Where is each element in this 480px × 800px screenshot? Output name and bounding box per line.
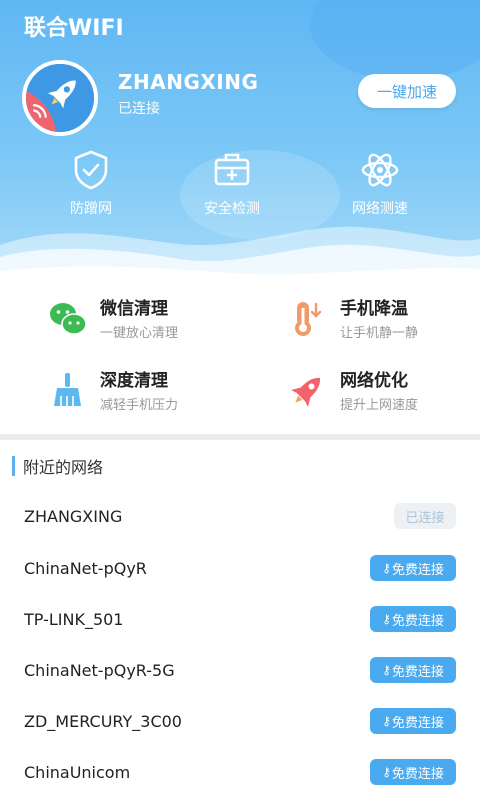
network-name: ZD_MERCURY_3C00	[24, 712, 182, 731]
section-accent-bar	[12, 456, 15, 476]
tools-grid: 微信清理 一键放心清理 手机降温 让手机静一静 深度清理 减轻手机压力 网络优化…	[0, 285, 480, 435]
quick-action-label: 防蹭网	[70, 201, 112, 217]
nearby-networks-header: 附近的网络	[12, 456, 104, 477]
tool-deep-clean[interactable]: 深度清理 减轻手机压力	[48, 362, 268, 418]
free-connect-button[interactable]: ⚷ 免费连接	[370, 708, 456, 734]
tool-title: 网络优化	[340, 371, 408, 391]
tool-title: 微信清理	[100, 299, 168, 319]
free-connect-label: 免费连接	[391, 664, 444, 680]
network-row[interactable]: TP-LINK_501 ⚷ 免费连接	[0, 606, 480, 636]
tool-subtitle: 让手机静一静	[340, 326, 419, 341]
app-title: 联合WIFI	[24, 16, 124, 41]
quick-action-security-check[interactable]: 安全检测	[172, 148, 292, 218]
network-row[interactable]: ZD_MERCURY_3C00 ⚷ 免费连接	[0, 708, 480, 738]
key-icon: ⚷	[382, 714, 391, 728]
tool-network-optimize[interactable]: 网络优化 提升上网速度	[288, 362, 480, 418]
quick-action-label: 安全检测	[204, 201, 260, 217]
tool-cool-down[interactable]: 手机降温 让手机静一静	[288, 290, 480, 346]
quick-action-speed-test[interactable]: 网络测速	[320, 148, 440, 218]
tool-title: 手机降温	[340, 299, 408, 319]
key-icon: ⚷	[382, 561, 391, 575]
shield-check-icon	[74, 150, 108, 190]
free-connect-button[interactable]: ⚷ 免费连接	[370, 657, 456, 683]
quick-action-label: 网络测速	[352, 201, 408, 217]
connection-status: 已连接	[118, 101, 160, 117]
network-name: ChinaNet-pQyR-5G	[24, 661, 175, 680]
key-icon: ⚷	[382, 612, 391, 626]
atom-icon	[361, 153, 399, 187]
wechat-icon	[50, 303, 87, 335]
key-icon: ⚷	[382, 765, 391, 779]
network-row[interactable]: ChinaUnicom ⚷ 免费连接	[0, 759, 480, 789]
tool-wechat-clean[interactable]: 微信清理 一键放心清理	[48, 290, 268, 346]
rocket-icon	[22, 60, 98, 136]
decorative-circle	[310, 0, 480, 80]
thermometer-icon	[295, 302, 322, 336]
free-connect-label: 免费连接	[391, 562, 444, 578]
free-connect-button[interactable]: ⚷ 免费连接	[370, 606, 456, 632]
network-name: TP-LINK_501	[24, 610, 124, 629]
network-name: ChinaNet-pQyR	[24, 559, 147, 578]
tool-subtitle: 提升上网速度	[340, 398, 419, 413]
tool-subtitle: 减轻手机压力	[100, 398, 179, 413]
network-name: ZHANGXING	[24, 507, 123, 526]
connected-network-name: ZHANGXING	[118, 70, 259, 94]
quick-action-anti-leech[interactable]: 防蹭网	[31, 148, 151, 218]
rocket-icon	[291, 377, 321, 407]
network-row[interactable]: ZHANGXING 已连接	[0, 503, 480, 533]
network-name: ChinaUnicom	[24, 763, 131, 782]
section-title: 附近的网络	[23, 458, 104, 477]
key-icon: ⚷	[382, 663, 391, 677]
toolbox-icon	[214, 153, 250, 186]
broom-icon	[54, 373, 81, 406]
free-connect-label: 免费连接	[391, 715, 444, 731]
network-row[interactable]: ChinaNet-pQyR-5G ⚷ 免费连接	[0, 657, 480, 687]
connected-badge: 已连接	[394, 503, 456, 529]
free-connect-label: 免费连接	[391, 766, 444, 782]
section-divider	[0, 434, 480, 440]
network-row[interactable]: ChinaNet-pQyR ⚷ 免费连接	[0, 555, 480, 585]
tool-subtitle: 一键放心清理	[100, 326, 179, 341]
free-connect-label: 免费连接	[391, 613, 444, 629]
free-connect-button[interactable]: ⚷ 免费连接	[370, 759, 456, 785]
header-panel	[0, 0, 480, 285]
one-key-boost-button[interactable]: 一键加速	[358, 74, 456, 108]
free-connect-button[interactable]: ⚷ 免费连接	[370, 555, 456, 581]
tool-title: 深度清理	[100, 371, 168, 391]
